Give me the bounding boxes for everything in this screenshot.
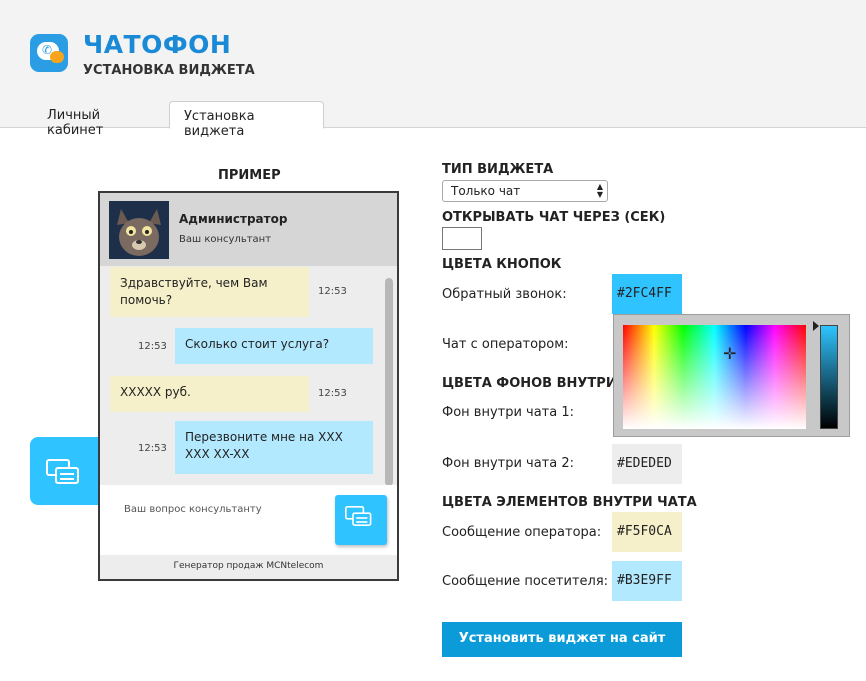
operator-message-color-label: Сообщение оператора: <box>442 525 602 540</box>
widget-type-select[interactable]: Только чат ▲ ▼ <box>442 180 608 202</box>
preview-title: ПРИМЕР <box>218 168 281 183</box>
button-colors-heading: ЦВЕТА КНОПОК <box>442 257 562 272</box>
visitor-message: Сколько стоит услуга? <box>175 328 373 364</box>
widget-send-button[interactable] <box>335 495 387 545</box>
visitor-message-color-swatch[interactable]: #B3E9FF <box>612 561 682 601</box>
crosshair-icon[interactable]: ✛ <box>723 346 736 362</box>
operator-message: Здравствуйте, чем Вам помочь? <box>110 267 309 317</box>
widget-input-placeholder: Ваш вопрос консультанту <box>124 504 262 515</box>
color-picker-popup: ✛ <box>613 314 850 437</box>
page-subtitle: УСТАНОВКА ВИДЖЕТА <box>83 63 255 78</box>
chat-operator-color-label: Чат с оператором: <box>442 337 569 352</box>
message-time: 12:53 <box>138 443 167 454</box>
open-chat-seconds-input[interactable] <box>442 227 482 250</box>
select-arrows-icon: ▲ ▼ <box>596 182 603 199</box>
widget-type-value: Только чат <box>451 184 521 198</box>
callback-color-swatch[interactable]: #2FC4FF <box>612 274 682 314</box>
bg2-color-swatch[interactable]: #EDEDED <box>612 444 682 484</box>
background-colors-heading: ЦВЕТА ФОНОВ ВНУТРИ Ч <box>442 376 632 391</box>
avatar <box>109 201 169 259</box>
visitor-message: Перезвоните мне на XXX XXX XX-XX <box>175 421 373 474</box>
widget-header: Администратор Ваш консультант <box>100 193 397 266</box>
message-time: 12:53 <box>318 388 347 399</box>
message-time: 12:53 <box>318 286 347 297</box>
operator-message-color-swatch[interactable]: #F5F0CA <box>612 512 682 552</box>
widget-footer: Генератор продаж MCNtelecom <box>100 555 397 579</box>
color-palette[interactable]: ✛ <box>623 325 806 429</box>
bg1-color-label: Фон внутри чата 1: <box>442 405 575 420</box>
open-chat-heading: ОТКРЫВАТЬ ЧАТ ЧЕРЕЗ (СЕК) <box>442 210 666 225</box>
message-time: 12:53 <box>138 341 167 352</box>
messages-scrollbar[interactable] <box>385 278 393 486</box>
operator-message: XXXXX руб. <box>110 376 309 412</box>
element-colors-heading: ЦВЕТА ЭЛЕМЕНТОВ ВНУТРИ ЧАТА <box>442 495 697 510</box>
admin-role: Ваш консультант <box>179 234 272 245</box>
bg2-color-label: Фон внутри чата 2: <box>442 456 575 471</box>
brand-name: ЧАТОФОН <box>83 30 232 59</box>
tab-personal-account[interactable]: Личный кабинет <box>33 101 167 138</box>
brightness-pointer-icon[interactable] <box>813 321 819 331</box>
callback-color-label: Обратный звонок: <box>442 287 567 302</box>
tab-widget-install[interactable]: Установка виджета <box>169 101 324 139</box>
admin-name: Администратор <box>179 212 288 226</box>
install-widget-button[interactable]: Установить виджет на сайт <box>442 622 682 657</box>
header: ✆ ЧАТОФОН УСТАНОВКА ВИДЖЕТА Личный кабин… <box>0 0 866 139</box>
floating-chat-button[interactable] <box>30 437 98 505</box>
chat-widget-preview: Администратор Ваш консультант Здравствуй… <box>98 191 399 581</box>
brightness-slider[interactable] <box>820 325 838 429</box>
visitor-message-color-label: Сообщение посетителя: <box>442 574 609 589</box>
widget-type-heading: ТИП ВИДЖЕТА <box>442 162 554 177</box>
chatofon-logo-icon: ✆ <box>30 34 68 72</box>
